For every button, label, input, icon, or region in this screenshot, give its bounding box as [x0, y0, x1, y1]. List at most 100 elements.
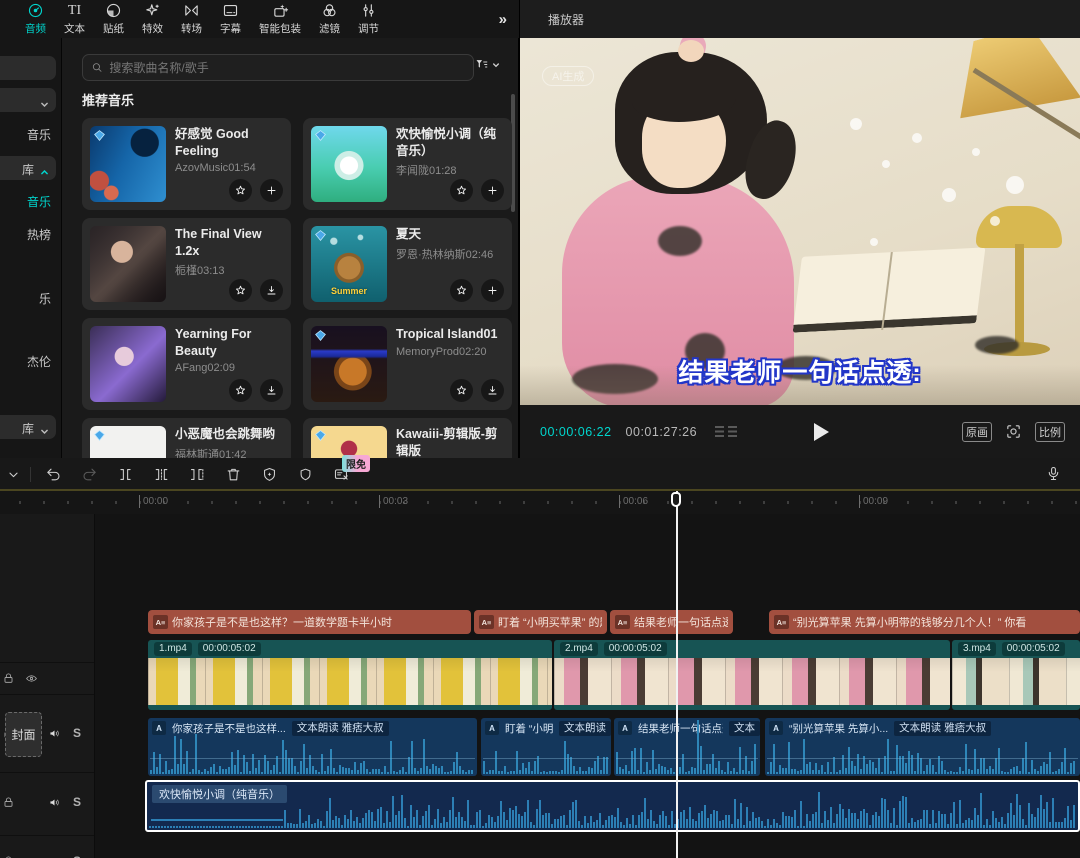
sidebar-item-clipped[interactable] [0, 88, 56, 112]
tab-smart-package[interactable]: 智能包装 [250, 0, 310, 38]
download-button[interactable] [481, 379, 504, 402]
solo-button[interactable]: S [73, 795, 81, 809]
tab-transitions[interactable]: 转场 [172, 0, 211, 38]
music-card[interactable]: Kawaiii-剪辑版-剪辑版 [303, 418, 512, 458]
mask-shield-button[interactable] [287, 466, 323, 483]
music-card[interactable]: 好感觉 Good Feeling AzovMusic01:54 [82, 118, 291, 210]
text-clip[interactable]: A≡你家孩子是不是也这样？一道数学题卡半小时 [148, 610, 471, 634]
tts-audio-clip[interactable]: A“别光算苹果 先算小...文本朗读 雅痞大叔 [765, 718, 1080, 776]
split-keep-left-button[interactable] [143, 466, 179, 483]
limited-free-badge: 限免 [342, 455, 370, 472]
sidebar-item-music-active[interactable]: 音乐 [27, 193, 51, 210]
text-clip[interactable]: A≡“别光算苹果 先算小明带的钱够分几个人！” 你看 [769, 610, 1080, 634]
sidebar-item-library[interactable]: 库 [0, 156, 56, 180]
tab-sticker[interactable]: 贴纸 [94, 0, 133, 38]
timeline-toolbar: 限免 [0, 458, 1080, 490]
video-clip[interactable]: 3.mp400:00:05:02 [952, 640, 1080, 710]
favorite-button[interactable] [450, 179, 473, 202]
delete-button[interactable] [215, 466, 251, 483]
tts-audio-clip[interactable]: A你家孩子是不是也这样...文本朗读 雅痞大叔 [148, 718, 477, 776]
lock-icon[interactable] [2, 855, 15, 858]
search-input[interactable] [109, 61, 465, 75]
tab-adjust[interactable]: 调节 [349, 0, 388, 38]
original-quality-button[interactable]: 原画 [962, 422, 992, 442]
download-icon [265, 284, 278, 297]
video-preview[interactable]: AI生成 结果老师一句话点透: [520, 38, 1080, 405]
solo-button[interactable]: S [73, 726, 81, 740]
music-artist-duration: MemoryProd02:20 [396, 346, 506, 358]
sidebar-item-pure-music[interactable]: 乐 [39, 290, 51, 307]
sidebar-item-clipped[interactable] [0, 56, 56, 80]
fullscreen-focus-icon[interactable] [1005, 423, 1022, 440]
favorite-button[interactable] [229, 379, 252, 402]
clip-duration: 00:00:05:02 [198, 642, 261, 656]
tab-effects[interactable]: 特效 [133, 0, 172, 38]
lock-icon[interactable] [2, 672, 15, 685]
favorite-button[interactable] [229, 179, 252, 202]
record-voiceover-button[interactable] [1045, 465, 1062, 487]
tab-filters[interactable]: 滤镜 [310, 0, 349, 38]
category-sidebar: 音乐 库 音乐 热榜 乐 杰伦 库 [0, 38, 62, 458]
star-icon [234, 184, 247, 197]
text-clip[interactable]: A≡盯着 “小明买苹果” 的题干发呆 [474, 610, 607, 634]
filter-icon [474, 57, 489, 72]
sidebar-item-jay[interactable]: 杰伦 [27, 353, 51, 370]
split-keep-right-button[interactable] [179, 466, 215, 483]
playhead-handle[interactable] [671, 492, 681, 507]
favorite-button[interactable] [450, 379, 473, 402]
play-button[interactable] [814, 423, 829, 441]
add-to-track-button[interactable] [260, 179, 283, 202]
tab-text[interactable]: TI 文本 [55, 0, 94, 38]
music-card[interactable]: Tropical Island01 MemoryProd02:20 [303, 318, 512, 410]
favorite-button[interactable] [450, 279, 473, 302]
artwork-girl-hand [678, 40, 704, 62]
music-card[interactable]: The Final View 1.2x 栀槿03:13 [82, 218, 291, 310]
redo-button[interactable] [71, 466, 107, 483]
tts-audio-clip[interactable]: A结果老师一句话点透:文本 [614, 718, 760, 776]
filter-sort-button[interactable] [474, 57, 500, 72]
tab-audio[interactable]: 音频 [16, 0, 55, 38]
eye-icon[interactable] [25, 672, 38, 685]
tab-captions[interactable]: 字幕 [211, 0, 250, 38]
lock-icon[interactable] [2, 796, 15, 809]
music-title: 欢快愉悦小调（纯音乐） [396, 126, 506, 159]
sidebar-item-my-library[interactable]: 库 [0, 415, 56, 439]
download-button[interactable] [260, 279, 283, 302]
fields-icon[interactable] [715, 426, 737, 437]
music-card[interactable]: Yearning For Beauty AFang02:09 [82, 318, 291, 410]
aspect-ratio-button[interactable]: 比例 [1035, 422, 1065, 442]
music-clip-selected[interactable]: 欢快愉悦小调（纯音乐） [145, 780, 1080, 832]
video-clip[interactable]: 1.mp400:00:05:02 [148, 640, 552, 710]
tts-audio-clip[interactable]: A盯着 “小明买苹果” ...文本朗读 [481, 718, 611, 776]
undo-button[interactable] [35, 466, 71, 483]
music-card[interactable]: Summer 夏天 罗恩·热林纳斯02:46 [303, 218, 512, 310]
solo-button[interactable]: S [73, 854, 81, 858]
add-to-track-button[interactable] [481, 279, 504, 302]
playhead[interactable] [676, 491, 678, 858]
download-button[interactable] [260, 379, 283, 402]
sidebar-item-music[interactable]: 音乐 [27, 126, 51, 143]
sidebar-item-hot-chart[interactable]: 热榜 [27, 226, 51, 243]
video-clip[interactable]: 2.mp400:00:05:02 [554, 640, 950, 710]
search-box[interactable] [82, 54, 474, 81]
undo-icon [45, 466, 62, 483]
speaker-icon[interactable] [48, 727, 61, 740]
speaker-icon[interactable] [48, 855, 61, 858]
expand-panel-button[interactable]: » [499, 11, 505, 28]
music-thumbnail: Summer [311, 226, 387, 302]
music-card[interactable]: 小恶魔也会跳舞哟 福林斯通01:42 [82, 418, 291, 458]
split-button[interactable] [107, 466, 143, 483]
cover-button[interactable]: 封面 [5, 712, 42, 757]
collapse-chevron-icon[interactable] [0, 466, 26, 483]
text-clip[interactable]: A≡结果老师一句话点透: [610, 610, 733, 634]
speaker-icon[interactable] [48, 796, 61, 809]
add-to-track-button[interactable] [481, 179, 504, 202]
beauty-shield-button[interactable] [251, 466, 287, 483]
chevron-down-icon [40, 423, 49, 432]
music-title: 小恶魔也会跳舞哟 [175, 426, 285, 443]
favorite-button[interactable] [229, 279, 252, 302]
timeline-ruler[interactable]: 00:00 00:03 00:06 00:09 [0, 491, 1080, 514]
music-card[interactable]: 欢快愉悦小调（纯音乐） 李闻陇01:28 [303, 118, 512, 210]
mic-icon [1045, 465, 1062, 482]
top-nav: 音频 TI 文本 贴纸 特效 转场 字幕 智能包装 滤镜 [0, 0, 520, 38]
